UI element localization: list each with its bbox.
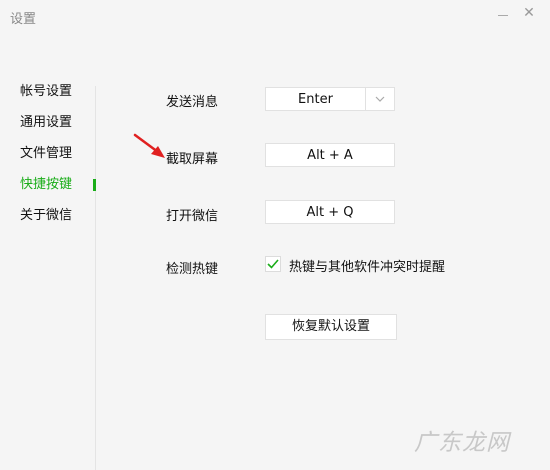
close-button[interactable]: ✕ [518,3,540,23]
close-icon: ✕ [523,5,535,21]
send-message-select[interactable]: Enter [265,87,395,111]
conflict-alert-label: 热键与其他软件冲突时提醒 [289,260,446,275]
sidebar-item-about[interactable]: 关于微信 [20,204,72,228]
checkmark-icon [267,259,279,269]
settings-window: 设置 ✕ 帐号设置 通用设置 文件管理 快捷按键 关于微信 发送消息 Enter… [0,0,550,470]
open-wechat-label: 打开微信 [166,209,219,224]
send-message-value: Enter [298,92,333,107]
screenshot-hotkey-field[interactable]: Alt + A [265,143,395,167]
red-arrow-icon [133,133,165,158]
sidebar-divider [95,86,96,470]
open-wechat-hotkey-field[interactable]: Alt + Q [265,200,395,224]
chevron-down-icon[interactable] [365,88,394,110]
watermark-text: 广东龙网 [414,430,510,456]
minimize-button[interactable] [492,3,514,23]
sidebar-item-general[interactable]: 通用设置 [20,111,72,135]
sidebar-item-files[interactable]: 文件管理 [20,142,72,166]
detect-hotkey-label: 检测热键 [166,262,219,277]
active-indicator [93,179,96,191]
send-message-label: 发送消息 [166,95,219,110]
minimize-icon [498,14,508,16]
sidebar-item-shortcuts[interactable]: 快捷按键 [20,173,72,197]
window-title: 设置 [10,12,37,27]
conflict-alert-checkbox[interactable] [265,256,281,272]
reset-defaults-button[interactable]: 恢复默认设置 [265,314,397,340]
sidebar-item-account[interactable]: 帐号设置 [20,80,72,104]
screenshot-label: 截取屏幕 [166,152,219,167]
